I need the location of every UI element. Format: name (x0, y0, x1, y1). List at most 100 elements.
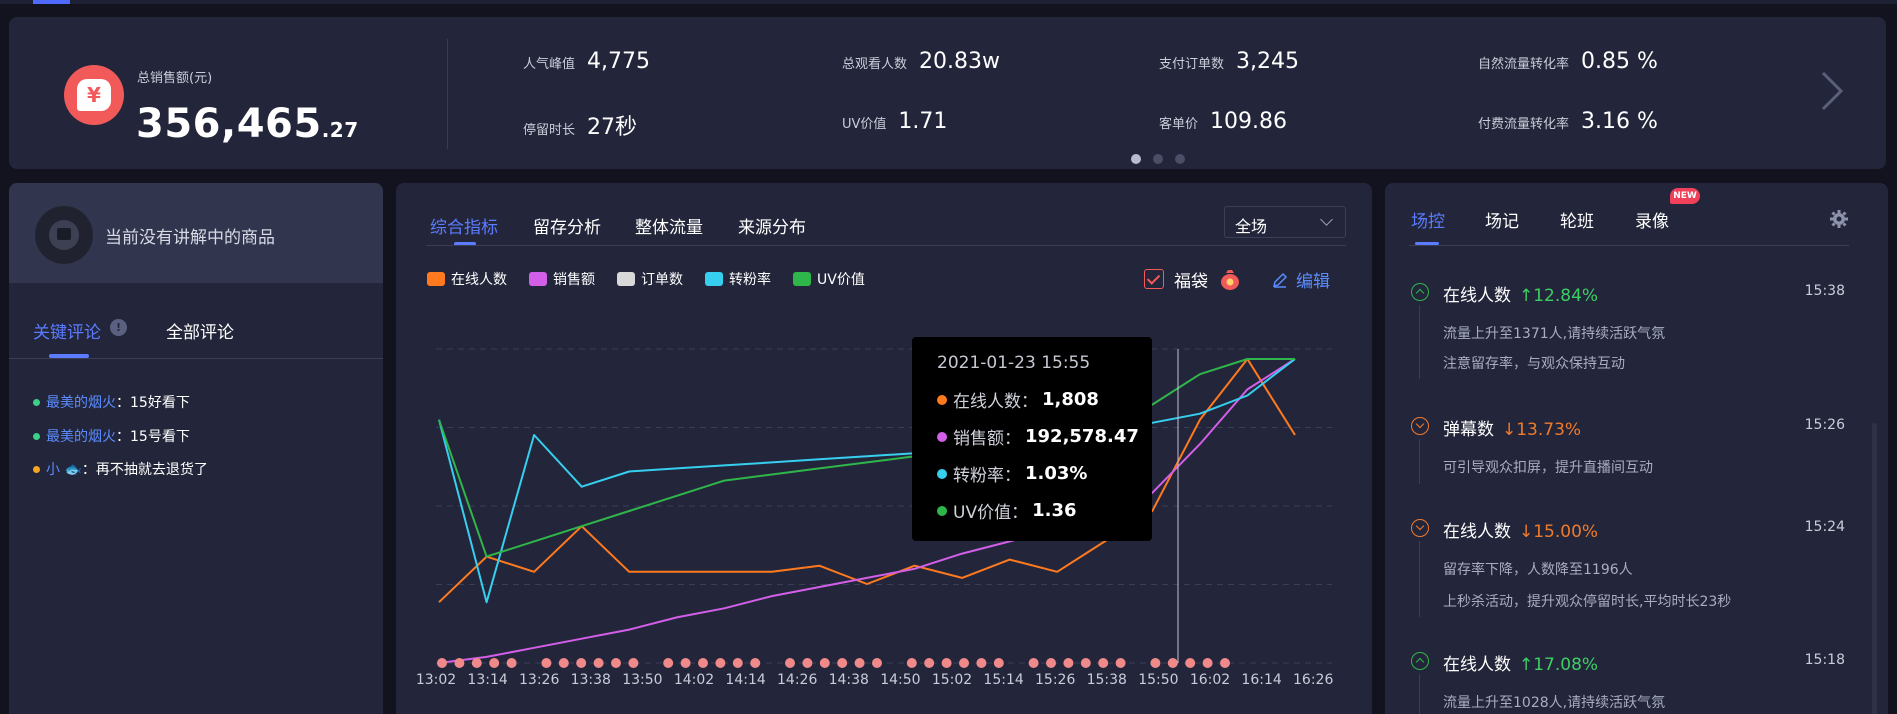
summary-divider (447, 39, 448, 149)
stat-peak-popularity: 人气峰值 4,775 (523, 49, 650, 74)
event-marker (750, 658, 761, 668)
alert-title: 弹幕数 (1443, 420, 1494, 440)
arrow-down-icon (1411, 417, 1429, 435)
comment-item: 最美的烟火： 15好看下 (33, 392, 190, 412)
comment-user[interactable]: 最美的烟火 (46, 392, 116, 412)
tab-recording[interactable]: 录像 (1635, 207, 1669, 232)
event-marker (680, 658, 691, 668)
x-tick-label: 14:38 (829, 672, 869, 688)
scrollbar[interactable] (1872, 423, 1877, 714)
x-tick-label: 14:50 (880, 672, 920, 688)
event-marker (1046, 658, 1056, 668)
event-marker (558, 658, 569, 668)
x-tick-label: 16:02 (1190, 672, 1230, 688)
stat-total-viewers: 总观看人数 20.83w (842, 49, 1000, 74)
chevron-right-icon[interactable] (1819, 69, 1845, 113)
carousel-dots[interactable] (1131, 154, 1185, 164)
tab-divider (1409, 245, 1849, 246)
sales-summary-panel: ¥ 总销售额(元) 356,465.27 人气峰值 4,775 总观看人数 20.8… (9, 17, 1886, 169)
arrow-up-icon (1411, 652, 1429, 670)
x-tick-label: 13:50 (622, 672, 662, 688)
event-marker (1098, 658, 1109, 668)
tab-key-comments[interactable]: 关键评论 (33, 318, 101, 343)
tab-divider (9, 358, 383, 359)
stat-paid-orders: 支付订单数 3,245 (1159, 49, 1299, 74)
x-tick-label: 15:50 (1138, 672, 1178, 688)
alert-change: ↑12.84% (1519, 286, 1599, 306)
x-tick-label: 13:38 (571, 672, 611, 688)
tooltip-row-fan-rate: 转粉率： 1.03% (937, 461, 1152, 486)
event-marker (1063, 658, 1074, 668)
x-tick-label: 15:02 (932, 672, 972, 688)
event-marker (854, 658, 865, 668)
event-marker (628, 658, 639, 668)
metrics-line-chart[interactable]: 13:02 13:14 13:26 13:38 13:50 14:02 14:14 14:26… (396, 183, 1372, 714)
event-marker (941, 658, 952, 668)
x-tick-label: 16:14 (1241, 672, 1281, 688)
total-sales-value: 356,465.27 (136, 101, 359, 147)
alert-line: 流量上升至1371人,请持续活跃气氛 (1443, 326, 1666, 342)
event-marker (1150, 658, 1161, 668)
carousel-dot[interactable] (1131, 154, 1141, 164)
alert-line: 可引导观众扣屏，提升直播间互动 (1443, 460, 1653, 476)
comment-user[interactable]: 小 🐟 (46, 459, 82, 479)
event-marker (976, 658, 987, 668)
event-marker (1202, 658, 1213, 668)
tab-live-log[interactable]: 场记 (1485, 207, 1519, 232)
event-marker (663, 658, 674, 668)
tooltip-row-sales: 销售额： 192,578.47 (937, 424, 1152, 449)
gear-icon[interactable] (1829, 209, 1849, 229)
yen-icon: ¥ (64, 65, 124, 125)
alert-time: 15:26 (1804, 417, 1845, 433)
event-marker (506, 658, 517, 668)
comment-text: 再不抽就去退货了 (95, 462, 208, 478)
x-tick-label: 14:02 (674, 672, 714, 688)
tooltip-row-online: 在线人数： 1,808 (937, 387, 1152, 412)
event-marker (872, 658, 882, 668)
event-marker (489, 658, 500, 668)
alert-time: 15:18 (1804, 652, 1845, 668)
comments-panel: 当前没有讲解中的商品 关键评论 ! 全部评论 最美的烟火： 15好看下 最美的烟火… (9, 183, 383, 714)
event-marker (1115, 658, 1126, 668)
event-marker (541, 658, 552, 668)
chart-tooltip: 2021-01-23 15:55 在线人数： 1,808 销售额： 192,578.… (912, 337, 1152, 541)
carousel-dot[interactable] (1175, 154, 1185, 164)
tab-live-control[interactable]: 场控 (1411, 207, 1445, 232)
alert-line: 留存率下降，人数降至1196人 (1443, 562, 1633, 578)
event-marker (785, 658, 795, 668)
event-marker (924, 658, 935, 668)
alert-time: 15:24 (1804, 519, 1845, 535)
box-icon (35, 206, 93, 264)
comment-user[interactable]: 最美的烟火 (46, 426, 116, 446)
total-sales-label: 总销售额(元) (137, 71, 213, 86)
stat-paid-conversion: 付费流量转化率 3.16 % (1478, 109, 1658, 134)
arrow-up-icon (1411, 283, 1429, 301)
event-marker (593, 658, 604, 668)
tab-all-comments[interactable]: 全部评论 (166, 318, 234, 343)
event-marker (611, 658, 621, 668)
alert-change: ↑17.08% (1519, 655, 1599, 675)
info-icon[interactable]: ! (110, 319, 127, 336)
tooltip-date: 2021-01-23 15:55 (937, 353, 1091, 373)
event-marker (1080, 658, 1091, 668)
x-tick-label: 14:26 (777, 672, 817, 688)
x-tick-label: 13:02 (416, 672, 456, 688)
alert-title: 在线人数 (1443, 286, 1511, 306)
event-marker (1185, 658, 1196, 668)
tooltip-row-uv-value: UV价值： 1.36 (937, 498, 1152, 523)
x-tick-label: 16:26 (1293, 672, 1333, 688)
tab-shift[interactable]: 轮班 (1560, 207, 1594, 232)
event-marker (454, 658, 465, 668)
event-marker (1220, 658, 1230, 668)
alert-line: 上秒杀活动，提升观众停留时长,平均时长23秒 (1443, 594, 1732, 610)
comment-item: 最美的烟火： 15号看下 (33, 426, 190, 446)
stat-natural-conversion: 自然流量转化率 0.85 % (1478, 49, 1658, 74)
alert-line: 流量上升至1028人,请持续活跃气氛 (1443, 695, 1666, 711)
total-sales-integer: 356,465 (136, 101, 322, 147)
alert-time: 15:38 (1804, 283, 1845, 299)
carousel-dot[interactable] (1153, 154, 1163, 164)
event-marker (819, 658, 830, 668)
alert-title: 在线人数 (1443, 655, 1511, 675)
top-bar-accent (33, 0, 70, 4)
x-tick-label: 13:26 (519, 672, 559, 688)
